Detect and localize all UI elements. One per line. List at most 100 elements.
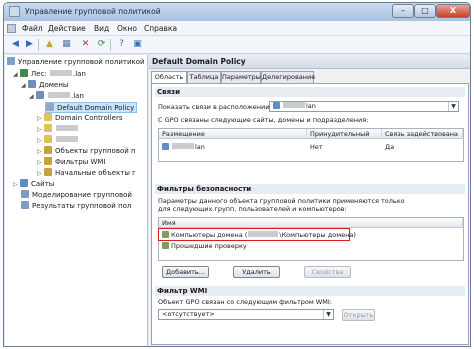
ou-folder-icon	[44, 113, 52, 121]
delete-icon[interactable]: ✕	[79, 38, 92, 51]
tab-details[interactable]: Таблица	[187, 71, 221, 83]
menu-window[interactable]: Окно	[117, 24, 137, 33]
column-header-name[interactable]: Имя	[159, 218, 463, 228]
menu-action[interactable]: Действие	[48, 24, 86, 33]
ou-folder-icon	[44, 135, 52, 143]
security-description-line1: Параметры данного объекта групповой поли…	[158, 197, 405, 205]
menu-view[interactable]: Вид	[94, 24, 109, 33]
toolbar-separator	[38, 39, 39, 51]
tree-item-ou[interactable]: ▷	[37, 135, 79, 146]
title-bar[interactable]: Управление групповой политикой – □ X	[4, 3, 470, 21]
main-window: Управление групповой политикой – □ X Фай…	[3, 2, 471, 347]
tree-item-domain-controllers[interactable]: ▷ Domain Controllers	[37, 113, 122, 124]
ou-folder-icon	[44, 124, 52, 132]
links-row-enforced: Нет	[310, 143, 323, 151]
tree-results[interactable]: Результаты групповой пол	[21, 201, 131, 212]
expand-arrow-icon[interactable]: ▷	[13, 179, 20, 190]
menu-file[interactable]: Файл	[22, 24, 43, 33]
toolbar-separator	[110, 39, 111, 51]
links-table[interactable]: Размещение Принудительный Связь задейств…	[158, 128, 464, 162]
show-links-label: Показать связи в расположении:	[158, 103, 272, 111]
expand-arrow-icon[interactable]: ▷	[37, 135, 44, 146]
scope-tab-content: Связи Показать связи в расположении: lan…	[151, 83, 469, 345]
redacted-text	[56, 125, 78, 131]
links-description: С GPO связаны следующие сайты, домены и …	[158, 116, 369, 124]
tree-item-starter-gpos[interactable]: ▷ Начальные объекты г	[37, 168, 136, 179]
wmi-filter-dropdown[interactable]: <отсутствует> ▼	[158, 309, 334, 320]
toolbar: ◀ ▶ ▲ ▦ ✕ ⟳ ? ▣	[4, 36, 470, 54]
system-menu-icon[interactable]	[7, 24, 16, 33]
column-header-link-enabled[interactable]: Связь задействована	[382, 129, 463, 139]
chevron-down-icon[interactable]: ▼	[448, 102, 458, 111]
tree-forest[interactable]: ◢ Лес: .lan	[13, 69, 86, 80]
expand-arrow-icon[interactable]: ▷	[37, 168, 44, 179]
properties-button[interactable]: Свойства	[304, 266, 351, 278]
tree-sites[interactable]: ▷ Сайты	[13, 179, 54, 190]
expand-arrow-icon[interactable]: ▷	[37, 146, 44, 157]
tree-modeling[interactable]: Моделирование групповой	[21, 190, 132, 201]
console-icon[interactable]: ▣	[131, 38, 144, 51]
back-arrow-icon[interactable]: ◀	[9, 38, 22, 51]
domains-icon	[28, 80, 36, 88]
highlight-box	[158, 228, 350, 241]
modeling-icon	[21, 190, 29, 198]
domain-icon	[36, 91, 44, 99]
forest-icon	[20, 69, 28, 77]
remove-button[interactable]: Удалить	[233, 266, 280, 278]
tree-root[interactable]: Управление групповой политикой	[7, 57, 145, 68]
redacted-text	[56, 136, 78, 142]
app-icon	[9, 6, 20, 17]
gpmc-icon	[7, 57, 15, 65]
open-wmi-button[interactable]: Открыть	[342, 309, 375, 321]
group-icon	[162, 242, 169, 249]
forward-arrow-icon[interactable]: ▶	[23, 38, 36, 51]
domain-icon	[162, 143, 169, 150]
column-header-location[interactable]: Размещение	[159, 129, 307, 139]
gpo-folder-icon	[44, 146, 52, 154]
starter-gpo-folder-icon	[44, 168, 52, 176]
tree-item-wmi-filters[interactable]: ▷ Фильтры WMI	[37, 157, 105, 168]
tree-item-ou[interactable]: ▷	[37, 124, 79, 135]
add-button[interactable]: Добавить...	[162, 266, 209, 278]
policy-title: Default Domain Policy	[149, 55, 470, 69]
security-row-authenticated-users[interactable]: Прошедшие проверку	[159, 241, 463, 251]
tree-item-gpo-objects[interactable]: ▷ Объекты групповой п	[37, 146, 136, 157]
close-button[interactable]: X	[436, 4, 470, 18]
tab-delegation[interactable]: Делегирование	[261, 71, 315, 83]
menu-help[interactable]: Справка	[144, 24, 177, 33]
redacted-text	[48, 92, 70, 98]
collapse-arrow-icon[interactable]: ◢	[21, 80, 28, 91]
expand-arrow-icon[interactable]: ▷	[37, 124, 44, 135]
details-icon[interactable]: ▦	[60, 38, 73, 51]
help-icon[interactable]: ?	[115, 38, 128, 51]
security-description-line2: для следующих групп, пользователей и ком…	[158, 205, 347, 213]
folder-up-icon[interactable]: ▲	[43, 38, 56, 51]
chevron-down-icon[interactable]: ▼	[323, 310, 333, 319]
links-location-dropdown[interactable]: lan ▼	[269, 101, 459, 112]
column-header-enforced[interactable]: Принудительный	[307, 129, 382, 139]
results-icon	[21, 201, 29, 209]
expand-arrow-icon[interactable]: ▷	[37, 157, 44, 168]
refresh-icon[interactable]: ⟳	[95, 38, 108, 51]
links-table-header: Размещение Принудительный Связь задейств…	[159, 129, 463, 139]
collapse-arrow-icon[interactable]: ◢	[13, 69, 20, 80]
tab-settings[interactable]: Параметры	[221, 71, 261, 83]
collapse-arrow-icon[interactable]: ◢	[29, 91, 36, 102]
wmi-folder-icon	[44, 157, 52, 165]
tree-item-default-domain-policy[interactable]: Default Domain Policy	[45, 102, 138, 113]
tree-domain[interactable]: ◢ .lan	[29, 91, 84, 102]
tree-domains[interactable]: ◢ Домены	[21, 80, 68, 91]
wmi-description: Объект GPO связан со следующим фильтром …	[158, 298, 332, 306]
links-row-location[interactable]: lan	[159, 142, 307, 152]
menu-bar: Файл Действие Вид Окно Справка	[4, 21, 470, 36]
security-filtering-heading: Фильтры безопасности	[155, 184, 465, 194]
gpo-link-icon	[46, 103, 54, 111]
expand-arrow-icon[interactable]: ▷	[37, 113, 44, 124]
minimize-button[interactable]: –	[392, 4, 414, 18]
navigation-tree[interactable]: Управление групповой политикой ◢ Лес: .la…	[5, 55, 148, 346]
domain-icon	[273, 102, 280, 109]
maximize-button[interactable]: □	[414, 4, 436, 18]
redacted-text	[50, 70, 73, 76]
security-list-header: Имя	[159, 218, 463, 228]
sites-icon	[20, 179, 28, 187]
